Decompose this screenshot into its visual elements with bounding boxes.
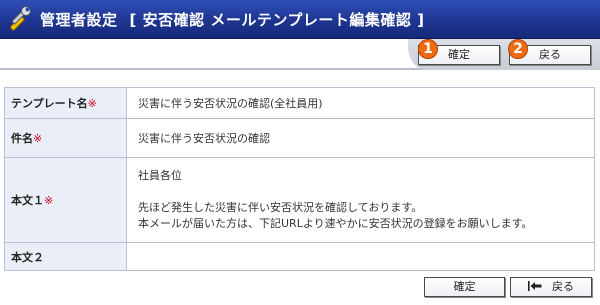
body-1-value: 社員各位 先ほど発生した災害に伴い安否状況を確認しております。 本メールが届いた… — [126, 157, 595, 243]
page-header: 管理者設定 [ 安否確認 メールテンプレート編集確認 ] — [0, 0, 600, 39]
tools-icon — [10, 6, 31, 31]
required-mark: ※ — [44, 194, 54, 207]
body-1-label-text: 本文１ — [11, 194, 44, 207]
required-mark: ※ — [33, 132, 43, 145]
subject-label-text: 件名 — [11, 132, 33, 145]
back-arrow-icon — [528, 281, 542, 291]
page-title: 管理者設定 [ 安否確認 メールテンプレート編集確認 ] — [40, 9, 424, 30]
template-name-label: テンプレート名※ — [4, 87, 127, 119]
body-line-2 — [138, 184, 594, 200]
body-2-value — [126, 242, 595, 271]
subject-label: 件名※ — [4, 118, 127, 158]
table-row-body-2: 本文２ — [4, 242, 595, 271]
template-form-table: テンプレート名※ 災害に伴う安否状況の確認(全社員用) 件名※ 災害に伴う安否状… — [4, 87, 595, 271]
step-marker-1: 1 — [418, 39, 438, 59]
table-row-body-1: 本文１※ 社員各位 先ほど発生した災害に伴い安否状況を確認しております。 本メー… — [4, 157, 595, 243]
back-button-bottom[interactable]: 戻る — [510, 277, 592, 297]
body-2-label: 本文２ — [4, 242, 127, 271]
confirm-button-bottom[interactable]: 確定 — [424, 277, 505, 297]
required-mark: ※ — [87, 97, 97, 110]
template-name-value: 災害に伴う安否状況の確認(全社員用) — [126, 87, 595, 119]
page-subtitle: [ 安否確認 メールテンプレート編集確認 ] — [129, 11, 425, 29]
template-name-label-text: テンプレート名 — [11, 97, 88, 110]
body-line-1: 社員各位 — [138, 169, 182, 182]
step-marker-2: 2 — [508, 39, 528, 59]
subject-value: 災害に伴う安否状況の確認 — [126, 118, 595, 158]
body-line-4: 本メールが届いた方は、下記URLより速やかに安否状況の登録をお願いします。 — [138, 217, 533, 230]
back-button-bottom-label: 戻る — [552, 280, 574, 293]
table-row-template-name: テンプレート名※ 災害に伴う安否状況の確認(全社員用) — [4, 87, 595, 119]
table-row-subject: 件名※ 災害に伴う安否状況の確認 — [4, 118, 595, 158]
page-title-main: 管理者設定 — [40, 11, 118, 29]
body-line-3: 先ほど発生した災害に伴い安否状況を確認しております。 — [138, 201, 423, 214]
body-1-label: 本文１※ — [4, 157, 127, 243]
